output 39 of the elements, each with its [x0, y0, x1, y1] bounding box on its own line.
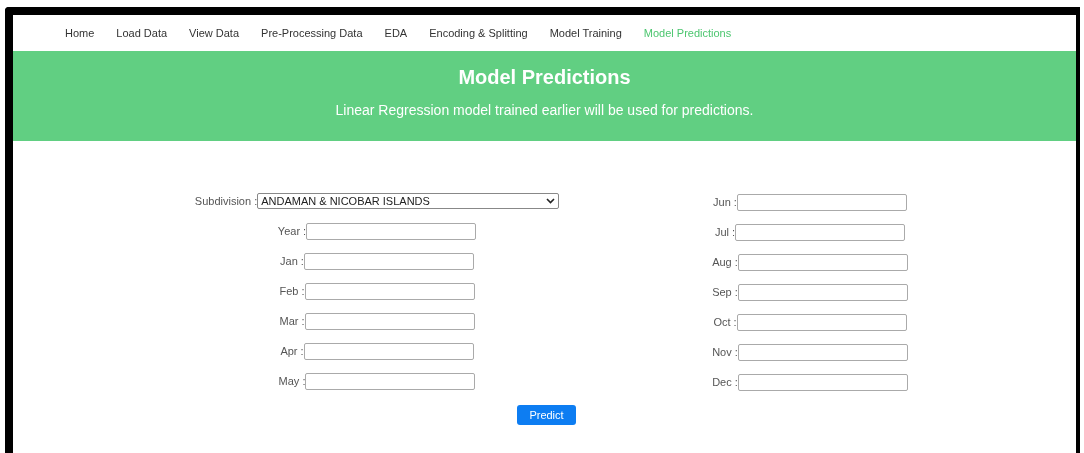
input-field[interactable] [305, 372, 476, 390]
field-label: Oct : [713, 314, 737, 330]
nav-link[interactable]: Model Training [549, 24, 622, 42]
nav-link[interactable]: Encoding & Splitting [429, 24, 528, 42]
input-field[interactable] [306, 222, 477, 240]
page-subtitle: Linear Regression model trained earlier will be used for predictions. [335, 101, 754, 120]
input-field[interactable] [303, 252, 474, 270]
predict-button[interactable]: Predict [517, 405, 576, 425]
nav-link[interactable]: EDA [384, 24, 408, 42]
field-label: Jul : [714, 224, 736, 240]
nav-link[interactable]: Load Data [116, 24, 168, 42]
nav-link[interactable]: Pre-Processing Data [261, 24, 363, 42]
field-label: Mar : [279, 313, 305, 329]
field-label: Subdivision : [194, 193, 258, 209]
input-field[interactable] [737, 253, 908, 271]
field-label: Dec : [712, 374, 738, 390]
field-label: Jan : [280, 253, 304, 269]
nav-link[interactable]: Home [65, 24, 95, 42]
field-label: Nov : [712, 344, 738, 360]
field-label: Sep : [712, 284, 738, 300]
input-field[interactable] [737, 283, 908, 301]
input-field[interactable] [303, 342, 474, 360]
page-title: Model Predictions [458, 65, 631, 90]
input-field[interactable] [304, 282, 475, 300]
input-field[interactable] [304, 312, 475, 330]
input-field[interactable] [735, 223, 906, 241]
field-label: Aug : [712, 254, 738, 270]
input-field[interactable] [736, 313, 907, 331]
input-field[interactable] [737, 373, 908, 391]
nav-link[interactable]: View Data [189, 24, 240, 42]
field-label: Apr : [280, 343, 304, 359]
input-field[interactable] [737, 343, 908, 361]
field-label: Jun : [713, 194, 737, 210]
field-label: Year : [277, 223, 307, 239]
chevron-down-icon [546, 198, 556, 204]
input-field[interactable] [736, 193, 907, 211]
subdivision-dropdown[interactable]: ANDAMAN & NICOBAR ISLANDS [257, 193, 560, 209]
field-label: Feb : [279, 283, 305, 299]
field-label: May : [278, 373, 306, 389]
